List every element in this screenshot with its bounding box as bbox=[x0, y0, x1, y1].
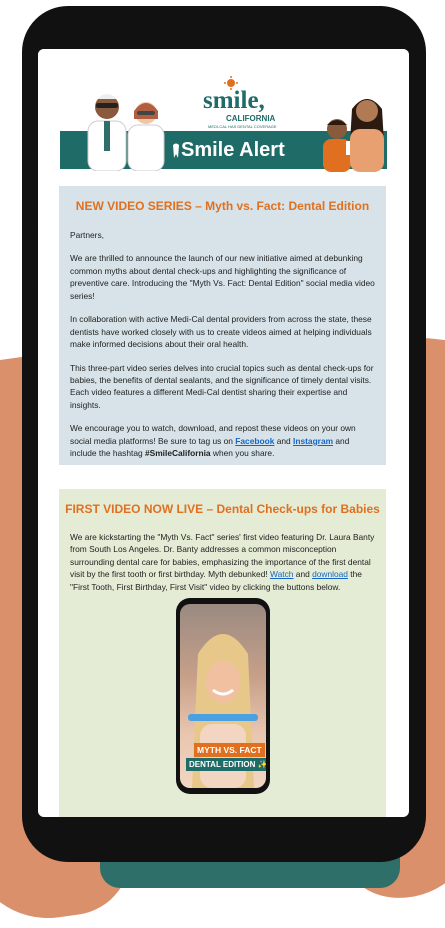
hashtag-text: #SmileCalifornia bbox=[144, 448, 211, 459]
new-video-series-section: NEW VIDEO SERIES – Myth vs. Fact: Dental… bbox=[59, 186, 386, 465]
hygienist-illustration bbox=[127, 102, 165, 171]
first-video-paragraph: We are kickstarting the "Myth Vs. Fact" … bbox=[59, 531, 386, 593]
tooth-icon bbox=[173, 143, 179, 158]
video-preview: MYTH VS. FACT DENTAL EDITION ✨🦷 bbox=[180, 604, 266, 788]
greeting-text: Partners, bbox=[70, 230, 104, 240]
video-thumbnail[interactable]: MYTH VS. FACT DENTAL EDITION ✨🦷 bbox=[176, 598, 270, 794]
body-text: and bbox=[293, 569, 313, 580]
intro-paragraph: We are thrilled to announce the launch o… bbox=[70, 253, 375, 301]
logo-subtitle: CALIFORNIA bbox=[226, 114, 276, 123]
share-text: and bbox=[274, 435, 294, 446]
share-paragraph: We encourage you to watch, download, and… bbox=[59, 422, 386, 459]
instagram-link[interactable]: Instagram bbox=[293, 436, 333, 446]
first-video-section: FIRST VIDEO NOW LIVE – Dental Check-ups … bbox=[59, 489, 386, 817]
watch-link[interactable]: Watch bbox=[270, 569, 293, 579]
logo-tagline: MEDI-CAL HAS DENTAL COVERAGE bbox=[208, 124, 277, 129]
download-link[interactable]: download bbox=[312, 569, 348, 579]
share-text: when you share. bbox=[210, 448, 275, 459]
logo-wordmark: smile, bbox=[203, 87, 265, 114]
mother-illustration bbox=[350, 99, 384, 172]
dental-edition-badge: DENTAL EDITION ✨🦷 bbox=[186, 758, 266, 771]
email-screen[interactable]: smile, CALIFORNIA MEDI-CAL HAS DENTAL CO… bbox=[38, 49, 409, 817]
series-paragraph: This three-part video series delves into… bbox=[70, 362, 374, 410]
collaboration-paragraph: In collaboration with active Medi-Cal de… bbox=[70, 314, 372, 350]
smile-alert-title: Smile Alert bbox=[181, 139, 285, 161]
facebook-link[interactable]: Facebook bbox=[235, 436, 274, 446]
section-title: FIRST VIDEO NOW LIVE – Dental Check-ups … bbox=[65, 502, 380, 516]
header-banner: smile, CALIFORNIA MEDI-CAL HAS DENTAL CO… bbox=[38, 49, 409, 172]
section-title: NEW VIDEO SERIES – Myth vs. Fact: Dental… bbox=[75, 199, 370, 213]
myth-vs-fact-badge: MYTH VS. FACT bbox=[194, 743, 265, 757]
